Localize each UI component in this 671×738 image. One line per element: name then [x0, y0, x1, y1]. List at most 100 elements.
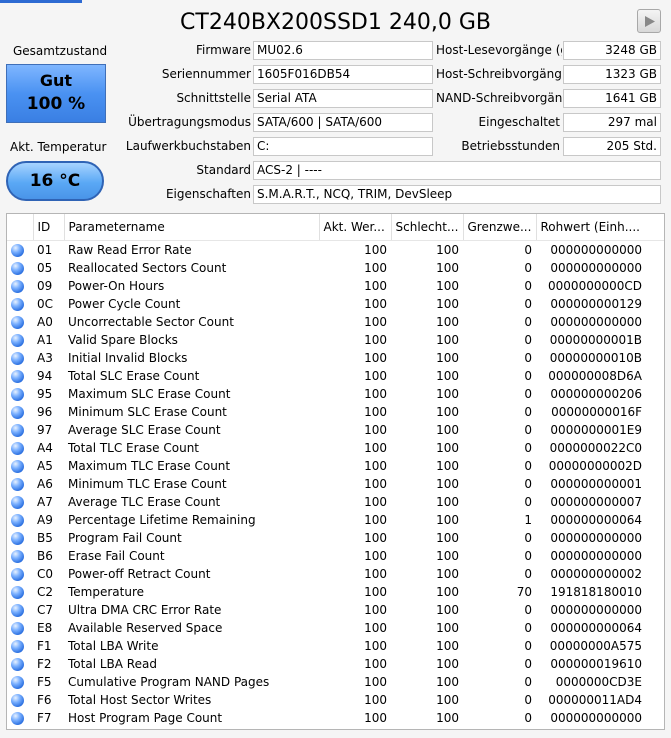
worst-value: 100 [436, 351, 459, 365]
threshold-value: 0 [524, 693, 532, 707]
attribute-id: 94 [37, 369, 53, 383]
raw-value: 000000000001 [550, 477, 642, 491]
table-row[interactable]: F6 Total Host Sector Writes 100 100 0 0000000… [7, 691, 664, 709]
table-row[interactable]: B6 Erase Fail Count 100 100 0 000000000000 [7, 547, 664, 565]
table-row[interactable]: 96 Minimum SLC Erase Count 100 100 0 00000000… [7, 403, 664, 421]
table-row[interactable]: A1 Valid Spare Blocks 100 100 0 00000000001B [7, 331, 664, 349]
raw-value: 00000000010B [549, 351, 642, 365]
raw-value: 00000000016F [551, 405, 642, 419]
table-row[interactable]: 0C Power Cycle Count 100 100 0 000000000129 [7, 295, 664, 313]
attribute-name: Temperature [68, 585, 145, 599]
table-row[interactable]: F1 Total LBA Write 100 100 0 00000000A575 [7, 637, 664, 655]
table-row[interactable]: A9 Percentage Lifetime Remaining 100 100 1 00… [7, 511, 664, 529]
attribute-name: Ultra DMA CRC Error Rate [68, 603, 222, 617]
threshold-value: 0 [524, 549, 532, 563]
health-status-label: Gesamtzustand [13, 44, 108, 58]
raw-value: 191818180010 [550, 585, 642, 599]
attribute-id: F6 [37, 693, 52, 707]
blue-status-dot-icon [11, 478, 24, 491]
threshold-value: 70 [516, 585, 532, 599]
table-row[interactable]: 97 Average SLC Erase Count 100 100 0 00000000… [7, 421, 664, 439]
table-row[interactable]: F5 Cumulative Program NAND Pages 100 100 0 00… [7, 673, 664, 691]
table-row[interactable]: A0 Uncorrectable Sector Count 100 100 0 00000… [7, 313, 664, 331]
worst-value: 100 [436, 585, 459, 599]
attribute-id: 95 [37, 387, 53, 401]
current-value: 100 [364, 567, 387, 581]
row-status-cell [7, 313, 33, 331]
threshold-value: 0 [524, 711, 532, 725]
column-header-current[interactable]: Akt. Wer... [319, 214, 392, 241]
threshold-value: 0 [524, 603, 532, 617]
blue-status-dot-icon [11, 244, 24, 257]
table-row[interactable]: C2 Temperature 100 100 70 191818180010 [7, 583, 664, 601]
current-value: 100 [364, 405, 387, 419]
table-row[interactable]: B5 Program Fail Count 100 100 0 000000000000 [7, 529, 664, 547]
blue-status-dot-icon [11, 496, 24, 509]
blue-status-dot-icon [11, 442, 24, 455]
table-row[interactable]: A3 Initial Invalid Blocks 100 100 0 000000000… [7, 349, 664, 367]
worst-value: 100 [436, 279, 459, 293]
raw-value: 000000000129 [550, 297, 642, 311]
next-disk-button[interactable] [637, 9, 661, 33]
table-row[interactable]: 95 Maximum SLC Erase Count 100 100 0 00000000… [7, 385, 664, 403]
current-value: 100 [364, 495, 387, 509]
column-header-name[interactable]: Parametername [64, 214, 320, 241]
current-value: 100 [364, 657, 387, 671]
temperature-badge[interactable]: 16 °C [6, 161, 104, 201]
current-value: 100 [364, 477, 387, 491]
row-status-cell [7, 439, 33, 457]
threshold-value: 0 [524, 297, 532, 311]
table-row[interactable]: C0 Power-off Retract Count 100 100 0 00000000… [7, 565, 664, 583]
column-header-raw[interactable]: Rohwert (Einh.... [536, 214, 664, 241]
table-row[interactable]: E8 Available Reserved Space 100 100 0 0000000… [7, 619, 664, 637]
table-row[interactable]: A7 Average TLC Erase Count 100 100 0 00000000… [7, 493, 664, 511]
attribute-name: Reallocated Sectors Count [68, 261, 227, 275]
attribute-id: A4 [37, 441, 53, 455]
table-row[interactable]: A6 Minimum TLC Erase Count 100 100 0 00000000… [7, 475, 664, 493]
table-row[interactable]: A4 Total TLC Erase Count 100 100 0 0000000022… [7, 439, 664, 457]
attribute-name: Initial Invalid Blocks [68, 351, 188, 365]
attribute-id: A5 [37, 459, 53, 473]
worst-value: 100 [436, 459, 459, 473]
raw-value: 000000000000 [550, 711, 642, 725]
attribute-id: B6 [37, 549, 53, 563]
blue-status-dot-icon [11, 568, 24, 581]
row-status-cell [7, 529, 33, 547]
table-row[interactable]: 01 Raw Read Error Rate 100 100 0 000000000000 [7, 241, 664, 260]
raw-value: 000000000000 [550, 549, 642, 563]
table-row[interactable]: 05 Reallocated Sectors Count 100 100 0 000000… [7, 259, 664, 277]
attribute-id: A1 [37, 333, 53, 347]
column-header-threshold[interactable]: Grenzwe... [463, 214, 537, 241]
table-row[interactable]: 09 Power-On Hours 100 100 0 0000000000CD [7, 277, 664, 295]
current-value: 100 [364, 441, 387, 455]
worst-value: 100 [436, 657, 459, 671]
raw-value: 0000000022C0 [549, 441, 642, 455]
raw-value: 00000000001B [549, 333, 642, 347]
transfer-mode-label: Übertragungsmodus [128, 115, 251, 129]
table-row[interactable]: C7 Ultra DMA CRC Error Rate 100 100 0 0000000… [7, 601, 664, 619]
worst-value: 100 [436, 261, 459, 275]
column-header-status[interactable] [7, 214, 34, 241]
column-header-id[interactable]: ID [33, 214, 65, 241]
current-value: 100 [364, 387, 387, 401]
threshold-value: 0 [524, 477, 532, 491]
current-value: 100 [364, 261, 387, 275]
table-row[interactable]: F2 Total LBA Read 100 100 0 000000019610 [7, 655, 664, 673]
table-row[interactable]: A5 Maximum TLC Erase Count 100 100 0 00000000… [7, 457, 664, 475]
threshold-value: 0 [524, 387, 532, 401]
health-status-badge[interactable]: Gut 100 % [6, 64, 106, 123]
row-status-cell [7, 475, 33, 493]
blue-status-dot-icon [11, 460, 24, 473]
column-header-worst[interactable]: Schlecht... [391, 214, 464, 241]
table-row[interactable]: F7 Host Program Page Count 100 100 0 00000000… [7, 709, 664, 727]
smart-attributes-table[interactable]: ID Parametername Akt. Wer... Schlecht...… [6, 213, 665, 730]
raw-value: 000000000000 [550, 261, 642, 275]
blue-status-dot-icon [11, 604, 24, 617]
table-row[interactable]: 94 Total SLC Erase Count 100 100 0 000000008D… [7, 367, 664, 385]
nand-writes-field: 1641 GB [563, 89, 661, 108]
attribute-name: Power Cycle Count [68, 297, 181, 311]
blue-status-dot-icon [11, 334, 24, 347]
row-status-cell [7, 511, 33, 529]
attribute-id: F7 [37, 711, 52, 725]
worst-value: 100 [436, 567, 459, 581]
